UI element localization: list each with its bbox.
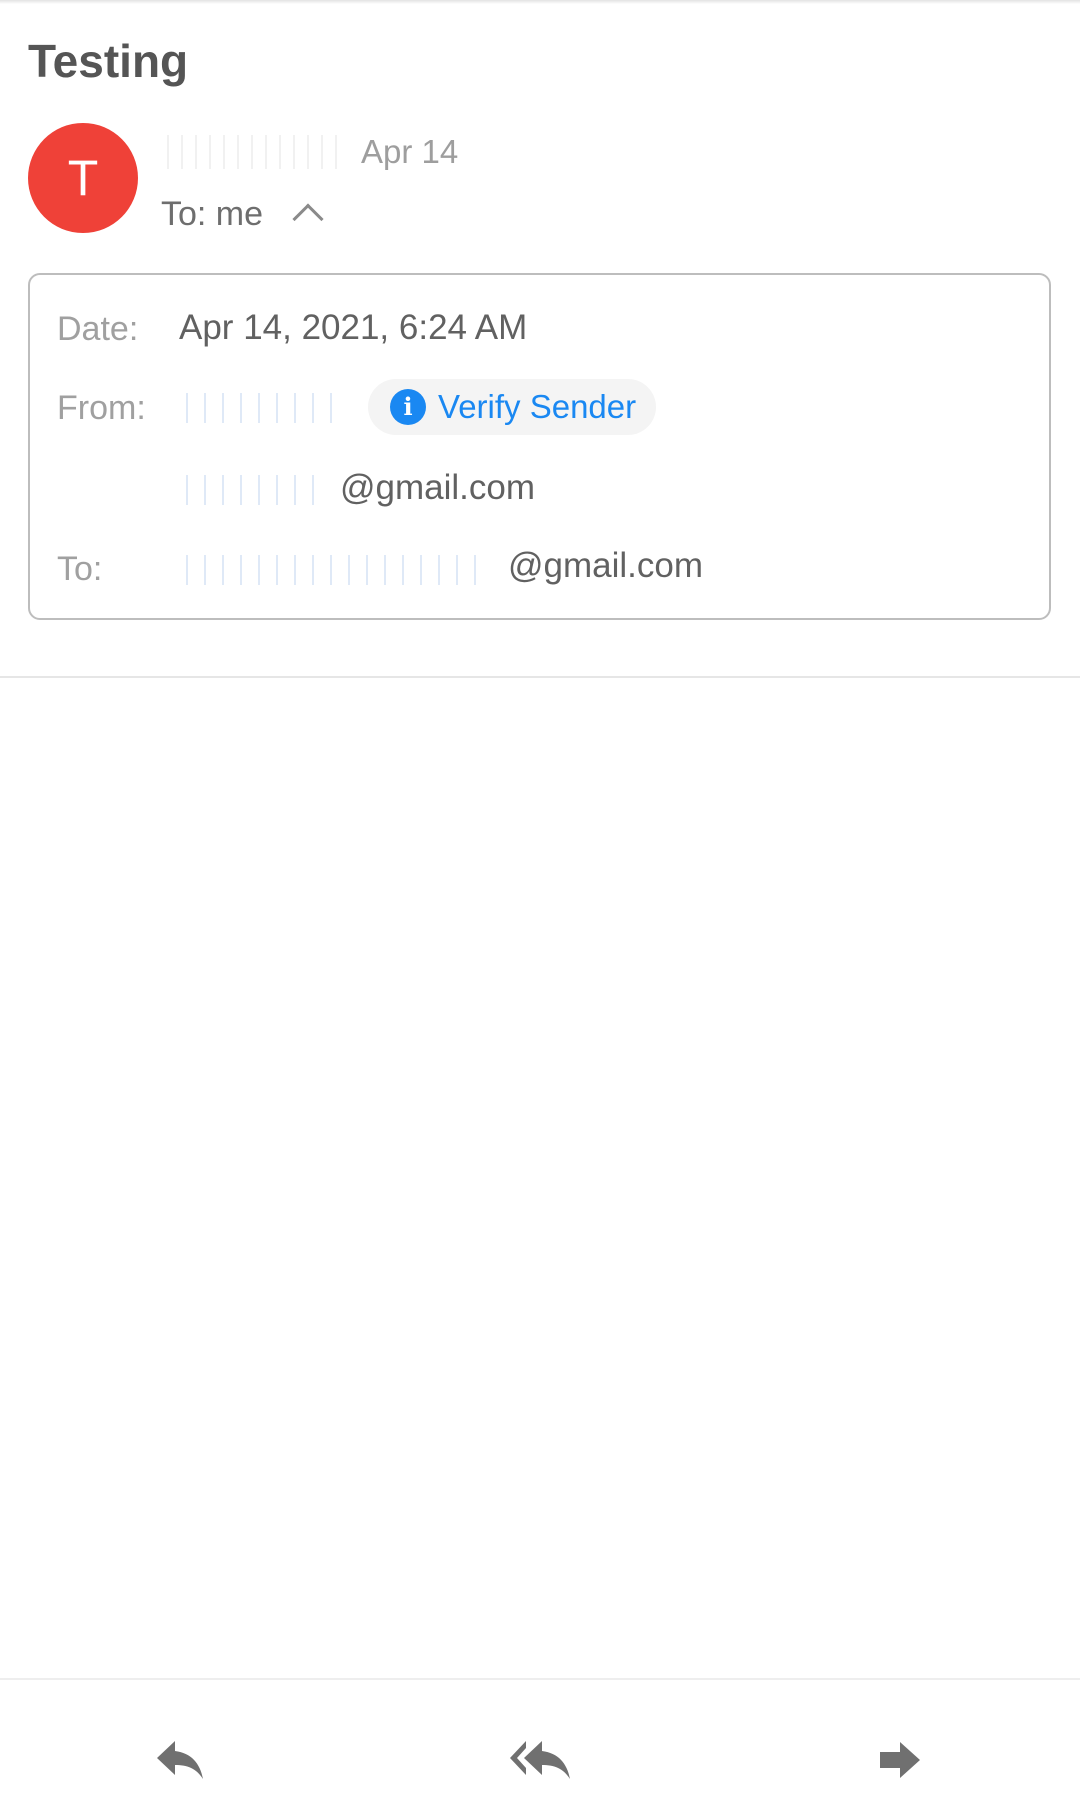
- redacted-from-email: [179, 475, 329, 505]
- verify-sender-label: Verify Sender: [438, 388, 637, 425]
- date-value: Apr 14, 2021, 6:24 AM: [179, 308, 528, 347]
- email-detail-screen: Testing T Apr 14 To: me Date: Apr 14, 20…: [0, 0, 1080, 1798]
- reply-button[interactable]: [140, 1730, 220, 1790]
- email-details-panel: Date: Apr 14, 2021, 6:24 AM From: i Veri…: [28, 273, 1051, 620]
- email-subject: Testing: [28, 35, 189, 87]
- recipient-summary: To: me: [161, 194, 264, 233]
- sender-avatar[interactable]: T: [28, 123, 138, 233]
- reply-all-button[interactable]: [500, 1730, 580, 1790]
- from-label: From:: [57, 389, 146, 427]
- chevron-up-icon[interactable]: [292, 203, 324, 235]
- forward-icon: [880, 1742, 920, 1778]
- date-label: Date:: [57, 310, 139, 348]
- to-label: To:: [57, 550, 103, 588]
- reply-all-icon: [510, 1741, 570, 1779]
- to-email-domain[interactable]: @gmail.com: [508, 546, 703, 586]
- sender-line: Apr 14: [161, 132, 458, 172]
- header-divider: [0, 676, 1080, 678]
- reply-icon: [157, 1741, 203, 1779]
- redacted-sender-name: [161, 135, 347, 169]
- redacted-to-email: [179, 555, 484, 585]
- recipient-summary-toggle[interactable]: To: me: [161, 192, 324, 236]
- redacted-from-name: [179, 393, 339, 423]
- sender-date: Apr 14: [361, 133, 459, 170]
- from-email-domain[interactable]: @gmail.com: [340, 468, 535, 508]
- forward-button[interactable]: [860, 1730, 940, 1790]
- action-bar: [0, 1678, 1080, 1798]
- top-shadow: [0, 0, 1080, 4]
- verify-sender-button[interactable]: i Verify Sender: [368, 379, 657, 435]
- info-icon: i: [390, 389, 426, 425]
